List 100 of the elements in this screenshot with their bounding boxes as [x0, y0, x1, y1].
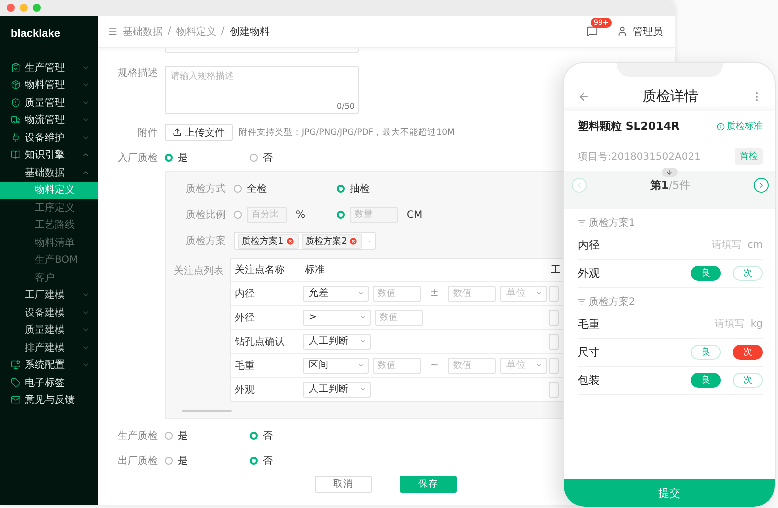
select-field[interactable]: 人工判断 — [303, 334, 371, 350]
chevron-left-icon — [575, 181, 584, 190]
section-title: 质检方案2 — [589, 296, 636, 309]
next-button[interactable] — [754, 178, 769, 193]
sidebar-item[interactable]: 质量建模 — [0, 322, 98, 339]
separator-label: ~ — [429, 360, 440, 371]
input-field[interactable] — [549, 286, 559, 302]
clipboard-icon — [11, 62, 21, 73]
input-field[interactable]: 数值 — [373, 358, 421, 374]
scrollbar-thumb[interactable] — [182, 410, 232, 412]
select-field[interactable]: 人工判断 — [303, 382, 371, 398]
breadcrumb-separator: / — [168, 26, 172, 37]
input-field[interactable]: 百分比 — [247, 207, 287, 223]
list-icon — [578, 219, 586, 227]
sidebar-item[interactable]: 物料管理 — [0, 76, 98, 94]
radio-button[interactable] — [165, 154, 173, 162]
maximize-window-icon[interactable] — [33, 4, 41, 12]
input-field[interactable]: 数值 — [448, 358, 496, 374]
remove-icon[interactable] — [286, 236, 295, 246]
sidebar-item[interactable]: 生产管理 — [0, 59, 98, 76]
sidebar-item[interactable]: 系统配置 — [0, 356, 98, 374]
radio-button[interactable] — [250, 154, 258, 162]
back-icon[interactable] — [578, 91, 590, 103]
item-label: 尺寸 — [578, 345, 601, 360]
radio-button[interactable] — [337, 185, 345, 193]
column-header: 关注点名称 — [235, 264, 285, 277]
previous-button[interactable] — [572, 178, 587, 193]
upload-icon — [173, 128, 182, 137]
unit-label: CM — [407, 210, 423, 220]
monitor-icon — [11, 360, 21, 370]
input-field[interactable]: 数值 — [375, 310, 423, 326]
item-label: 外观 — [578, 266, 601, 281]
sidebar-item[interactable]: 工厂建模 — [0, 286, 98, 304]
choice-button[interactable]: 次 — [733, 345, 763, 360]
box-icon — [11, 80, 21, 90]
character-counter: 0/50 — [337, 102, 355, 111]
sidebar-item[interactable]: 电子标签 — [0, 374, 98, 392]
radio-button[interactable] — [234, 185, 242, 193]
input-field[interactable] — [549, 382, 559, 398]
select-field[interactable]: > — [303, 310, 371, 326]
minimize-window-icon[interactable] — [20, 4, 28, 12]
sidebar-item[interactable]: 物流管理 — [0, 112, 98, 129]
breadcrumb-item: 创建物料 — [230, 26, 270, 38]
radio-button[interactable] — [234, 211, 242, 219]
input-field[interactable] — [549, 310, 559, 326]
sidebar-item[interactable]: 设备建模 — [0, 304, 98, 322]
radio-label: 否 — [263, 152, 273, 165]
field-label: 质检比例 — [185, 208, 226, 222]
field-label: 质检方案 — [185, 234, 226, 248]
remove-icon[interactable] — [349, 236, 358, 246]
cancel-button[interactable]: 取消 — [315, 476, 372, 493]
radio-button[interactable] — [250, 457, 258, 465]
sidebar-item[interactable]: 设备维护 — [0, 129, 98, 146]
input-field[interactable]: 数值 — [373, 286, 421, 302]
menu-icon[interactable] — [108, 26, 118, 36]
chevron-down-icon — [358, 362, 365, 369]
input-field[interactable] — [549, 358, 559, 374]
upload-hint: 附件支持类型：JPG/PNG/JPG/PDF，最大不能超过10M — [239, 126, 455, 138]
select-field[interactable]: 区间 — [303, 358, 369, 374]
close-window-icon[interactable] — [7, 4, 15, 12]
upload-button[interactable]: 上传文件 — [165, 124, 233, 141]
radio-button[interactable] — [337, 211, 345, 219]
list-icon — [578, 298, 586, 306]
user-name[interactable]: 管理员 — [633, 24, 663, 38]
item-label: 内径 — [578, 238, 601, 253]
input-field[interactable]: 数量 — [350, 207, 398, 223]
mail-icon — [11, 395, 21, 406]
sidebar-item[interactable]: 排产建模 — [0, 339, 98, 356]
screen-title: 质检详情 — [642, 88, 698, 106]
field-label: 出厂质检 — [118, 454, 158, 468]
sidebar-item[interactable]: 意见与反馈 — [0, 392, 98, 409]
message-icon[interactable] — [587, 26, 598, 37]
sidebar-item[interactable]: 质量管理 — [0, 94, 98, 112]
select-field[interactable] — [165, 48, 359, 53]
separator-label: ± — [429, 288, 440, 299]
radio-label: 全检 — [247, 182, 267, 196]
radio-label: 是 — [178, 152, 188, 165]
section-title: 质检方案1 — [589, 216, 636, 230]
input-field[interactable]: 数值 — [448, 286, 496, 302]
sidebar-item[interactable]: 知识引擎 — [0, 146, 98, 164]
sidebar-item[interactable]: 基础数据 — [0, 164, 98, 182]
chevron-down-icon — [536, 290, 543, 297]
field-label: 生产质检 — [118, 430, 158, 443]
user-icon — [617, 26, 628, 37]
plug-icon — [11, 132, 21, 143]
input-field[interactable] — [549, 334, 559, 350]
radio-button[interactable] — [165, 432, 173, 440]
radio-button[interactable] — [165, 457, 173, 465]
field-label: 规格描述 — [118, 66, 158, 80]
chevron-down-icon — [360, 314, 367, 321]
arrow-down-icon[interactable] — [662, 168, 678, 177]
tag: 质检方案2 — [302, 234, 362, 248]
column-header: 标准 — [305, 264, 325, 277]
multi-select-field[interactable]: 质检方案1 质检方案2 — [234, 232, 376, 250]
radio-button[interactable] — [250, 432, 258, 440]
select-field[interactable]: 允差 — [303, 286, 369, 302]
logo: blacklake — [10, 27, 61, 42]
radio-label: 是 — [178, 455, 188, 468]
chevron-down-icon — [360, 386, 367, 393]
item-label: 包装 — [578, 373, 601, 388]
